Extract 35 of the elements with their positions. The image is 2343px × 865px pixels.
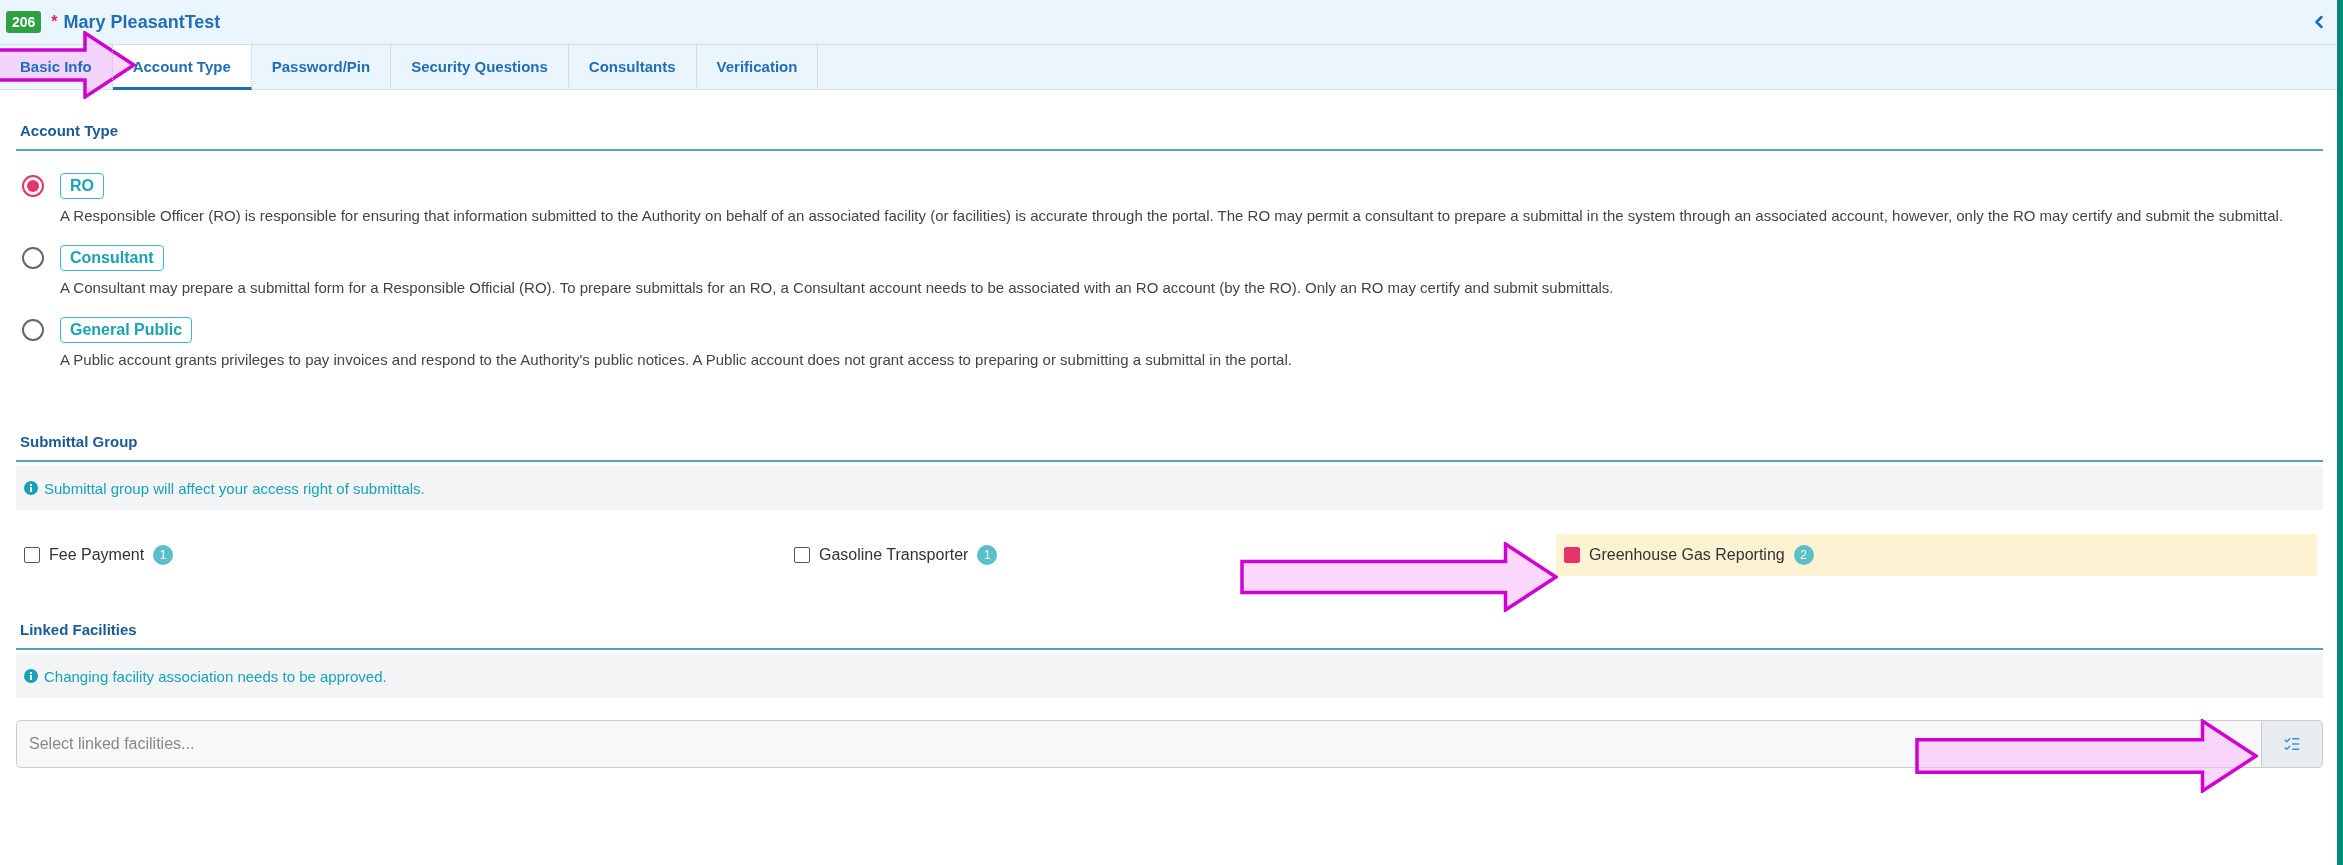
count-badge: 1 (977, 545, 998, 565)
group-label: Greenhouse Gas Reporting (1589, 546, 1785, 564)
info-text: Changing facility association needs to be approved. (44, 667, 387, 685)
user-name: Mary PleasantTest (63, 11, 222, 33)
account-type-label: Consultant (60, 245, 164, 271)
radio-button[interactable] (22, 247, 44, 269)
id-badge: 206 (6, 11, 42, 33)
checkbox[interactable] (1564, 547, 1580, 563)
section-title: Linked Facilities (16, 621, 2323, 650)
tab[interactable]: Account Type (112, 45, 252, 90)
tab[interactable]: Consultants (568, 45, 697, 90)
account-type-description: A Responsible Officer (RO) is responsible for ensuring that information submitted to the Authority on behalf of an associated facility (or facilities) is accurate through the portal. The RO may permit a consultant to prepare a submittal in the system through an associated account, however, only the RO may certify and submit the submittal. (60, 206, 2285, 226)
count-badge: 1 (153, 545, 174, 565)
tab[interactable]: Security Questions (391, 45, 569, 90)
radio-button[interactable] (22, 319, 44, 341)
facilities-select-field[interactable]: Select linked facilities... (16, 720, 2261, 768)
section-title: Submittal Group (16, 433, 2323, 462)
info-text: Submittal group will affect your access right of submittals. (44, 479, 425, 497)
tab[interactable]: Password/Pin (251, 45, 392, 90)
list-checks-icon (2283, 735, 2301, 753)
radio-button[interactable] (22, 175, 44, 197)
group-label: Fee Payment (49, 546, 145, 564)
group-label: Gasoline Transporter (819, 546, 969, 564)
account-type-label: General Public (60, 317, 193, 343)
account-type-description: A Consultant may prepare a submittal form for a Responsible Official (RO). To prepare submittals for an RO, a Consultant account needs to be associated with an RO account (by the RO). Only an RO may certify and submit submittals. (60, 278, 1615, 298)
account-type-description: A Public account grants privileges to pay invoices and respond to the Authority's public notices. A Public account does not grant access to preparing or submitting a submittal in the portal. (60, 350, 1293, 370)
section-title: Account Type (16, 122, 2323, 151)
account-type-label: RO (60, 173, 104, 199)
checkbox[interactable] (24, 547, 40, 563)
required-mark: * (51, 13, 58, 31)
checkbox[interactable] (794, 547, 810, 563)
count-badge: 2 (1793, 545, 1814, 565)
info-icon (24, 481, 38, 495)
tab[interactable]: Verification (696, 45, 819, 90)
info-icon (24, 669, 38, 683)
